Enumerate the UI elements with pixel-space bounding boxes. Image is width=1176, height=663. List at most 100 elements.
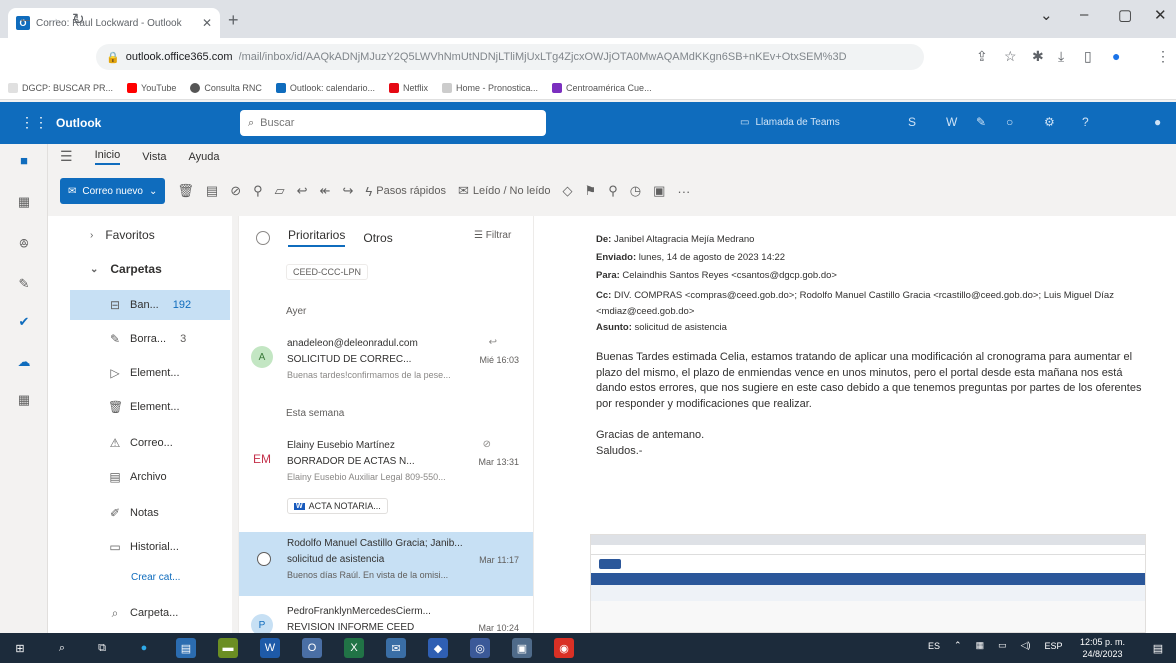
move-button[interactable]: ▱ xyxy=(275,183,285,199)
account-avatar-icon[interactable]: ● xyxy=(1154,115,1161,129)
sweep-button[interactable]: ⚲ xyxy=(253,183,263,199)
tab-vista[interactable]: Vista xyxy=(142,151,166,163)
bookmark-star-icon[interactable]: ☆ xyxy=(1004,48,1017,65)
media-taskbar-icon[interactable]: ◎ xyxy=(470,638,490,658)
photos-taskbar-icon[interactable]: ▣ xyxy=(512,638,532,658)
clock[interactable]: 12:05 p. m. 24/8/2023 xyxy=(1080,636,1125,660)
extensions-icon[interactable]: ✱ xyxy=(1032,48,1044,65)
store-icon[interactable]: ▤ xyxy=(176,638,196,658)
list-item[interactable]: A anadeleon@deleonradul.com SOLICITUD DE… xyxy=(239,332,533,400)
search-input[interactable] xyxy=(260,117,538,129)
bookmark-item[interactable]: Netflix xyxy=(388,82,428,93)
delete-button[interactable]: 🗑 xyxy=(177,183,194,199)
back-icon[interactable]: ← xyxy=(18,10,33,27)
read-unread-button[interactable]: ✉ Leído / No leído xyxy=(458,183,551,199)
list-item[interactable]: EM Elainy Eusebio Martínez BORRADOR DE A… xyxy=(239,434,533,528)
search-icon[interactable]: ⌕ xyxy=(52,638,72,658)
quick-steps-button[interactable]: ϟ Pasos rápidos xyxy=(365,184,446,199)
more-options-button[interactable]: ··· xyxy=(677,184,690,199)
windows-start-icon[interactable]: ⊞ xyxy=(10,638,30,658)
snooze-button[interactable]: ◷ xyxy=(630,183,641,199)
skype-icon[interactable]: S xyxy=(908,115,916,129)
bookmark-item[interactable]: Centroamérica Cue... xyxy=(552,82,652,93)
attachment-chip[interactable]: W ACTA NOTARIA... xyxy=(287,498,388,514)
bookmark-item[interactable]: Outlook: calendario... xyxy=(275,82,375,93)
megaphone-icon[interactable]: ✎ xyxy=(976,115,986,129)
list-item-selected[interactable]: Rodolfo Manuel Castillo Gracia; Janib...… xyxy=(239,532,533,596)
favorites-header[interactable]: › Favoritos xyxy=(90,228,155,242)
folder-search[interactable]: ⌕ Carpeta... xyxy=(70,598,230,628)
folder-drafts[interactable]: ✎ Borra... 3 xyxy=(70,324,230,354)
maximize-icon[interactable]: ▢ xyxy=(1118,6,1132,24)
select-checkbox[interactable] xyxy=(257,552,271,566)
attach-icon[interactable]: ✎ xyxy=(14,274,34,294)
new-tab-button[interactable]: + xyxy=(228,10,239,31)
volume-icon[interactable]: ◁) xyxy=(1021,640,1031,651)
hamburger-icon[interactable]: ☰ xyxy=(60,148,73,165)
folder-history[interactable]: ▭ Historial... xyxy=(70,532,230,562)
people-icon[interactable]: ꔮ xyxy=(14,234,34,254)
calendar-icon[interactable]: ▦ xyxy=(14,192,34,212)
share-icon[interactable]: ⇪ xyxy=(976,48,988,65)
word-icon[interactable]: W xyxy=(946,115,957,129)
bookmark-item[interactable]: DGCP: BUSCAR PR... xyxy=(8,82,113,93)
reload-icon[interactable]: ↻ xyxy=(72,10,85,28)
profile-avatar-icon[interactable]: ● xyxy=(1112,48,1120,64)
pin-button[interactable]: ⚲ xyxy=(608,183,618,199)
bell-icon[interactable]: ○ xyxy=(1006,115,1013,129)
edge-icon[interactable]: ● xyxy=(134,638,154,658)
search-box[interactable]: ⌕ xyxy=(240,110,546,136)
folder-notes[interactable]: ✐ Notas xyxy=(70,498,230,528)
bookmark-item[interactable]: YouTube xyxy=(127,82,176,93)
tab-other[interactable]: Otros xyxy=(363,231,392,245)
folder-junk[interactable]: ⚠ Correo... xyxy=(70,428,230,458)
categorize-button[interactable]: ◇ xyxy=(563,183,573,199)
folder-sent[interactable]: ▷ Element... xyxy=(70,358,230,388)
network-icon[interactable]: ▦ xyxy=(976,640,985,651)
close-window-icon[interactable]: ✕ xyxy=(1154,6,1167,24)
forward-button[interactable]: ↪ xyxy=(342,183,353,199)
browser-menu-icon[interactable]: ⋮ xyxy=(1156,48,1170,65)
teams-call-button[interactable]: ▭ Llamada de Teams xyxy=(740,117,840,128)
chevron-up-icon[interactable]: ⌃ xyxy=(954,640,962,651)
tab-inicio[interactable]: Inicio xyxy=(94,149,121,165)
folder-inbox[interactable]: ⊟ Ban... 192 xyxy=(70,290,230,320)
bookmark-item[interactable]: Consulta RNC xyxy=(190,82,262,93)
close-tab-icon[interactable]: ✕ xyxy=(202,16,212,30)
rules-button[interactable]: ▣ xyxy=(653,183,665,199)
bookmark-item[interactable]: Home - Pronostica... xyxy=(442,82,538,93)
folder-deleted[interactable]: 🗑 Element... xyxy=(70,392,230,422)
chrome-taskbar-icon[interactable]: ◉ xyxy=(554,638,574,658)
app-launcher-icon[interactable]: ⋮⋮ xyxy=(20,114,48,131)
address-bar[interactable]: 🔒 outlook.office365.com/mail/inbox/id/AA… xyxy=(96,44,924,70)
list-item[interactable]: P PedroFranklynMercedesCierm... REVISION… xyxy=(239,600,533,636)
onedrive-icon[interactable]: ☁ xyxy=(14,352,34,372)
download-icon[interactable]: ⤓ xyxy=(1058,48,1064,65)
security-taskbar-icon[interactable]: ◆ xyxy=(428,638,448,658)
folders-header[interactable]: ⌄ Carpetas xyxy=(90,262,162,276)
task-view-icon[interactable]: ⧉ xyxy=(92,638,112,658)
keyboard-layout[interactable]: ESP xyxy=(1045,641,1063,651)
tab-ayuda[interactable]: Ayuda xyxy=(189,151,220,163)
word-taskbar-icon[interactable]: W xyxy=(260,638,280,658)
notifications-icon[interactable]: ▤ xyxy=(1148,638,1168,658)
embedded-screenshot[interactable] xyxy=(590,534,1146,633)
apps-icon[interactable]: ▦ xyxy=(14,390,34,410)
create-category-link[interactable]: Crear cat... xyxy=(131,572,180,583)
outlook-taskbar-icon[interactable]: O xyxy=(302,638,322,658)
mail-icon[interactable]: ■ xyxy=(14,150,34,170)
report-button[interactable]: ⊘ xyxy=(230,183,241,199)
tab-search-icon[interactable]: ⌄ xyxy=(1040,6,1053,24)
archive-button[interactable]: ▤ xyxy=(206,183,218,199)
todo-icon[interactable]: ✔ xyxy=(14,312,34,332)
new-mail-button[interactable]: ✉ Correo nuevo ⌄ xyxy=(60,178,166,204)
language-indicator[interactable]: ES xyxy=(928,641,940,651)
minimize-icon[interactable]: – xyxy=(1080,6,1088,23)
reply-button[interactable]: ↩ xyxy=(297,183,308,199)
filter-button[interactable]: ☰ Filtrar xyxy=(474,230,511,241)
tab-focused[interactable]: Prioritarios xyxy=(288,228,346,247)
flag-button[interactable]: ⚑ xyxy=(585,183,597,199)
category-tag[interactable]: CEED-CCC-LPN xyxy=(286,264,369,280)
folder-archive[interactable]: ▤ Archivo xyxy=(70,462,230,492)
help-icon[interactable]: ? xyxy=(1082,115,1089,129)
